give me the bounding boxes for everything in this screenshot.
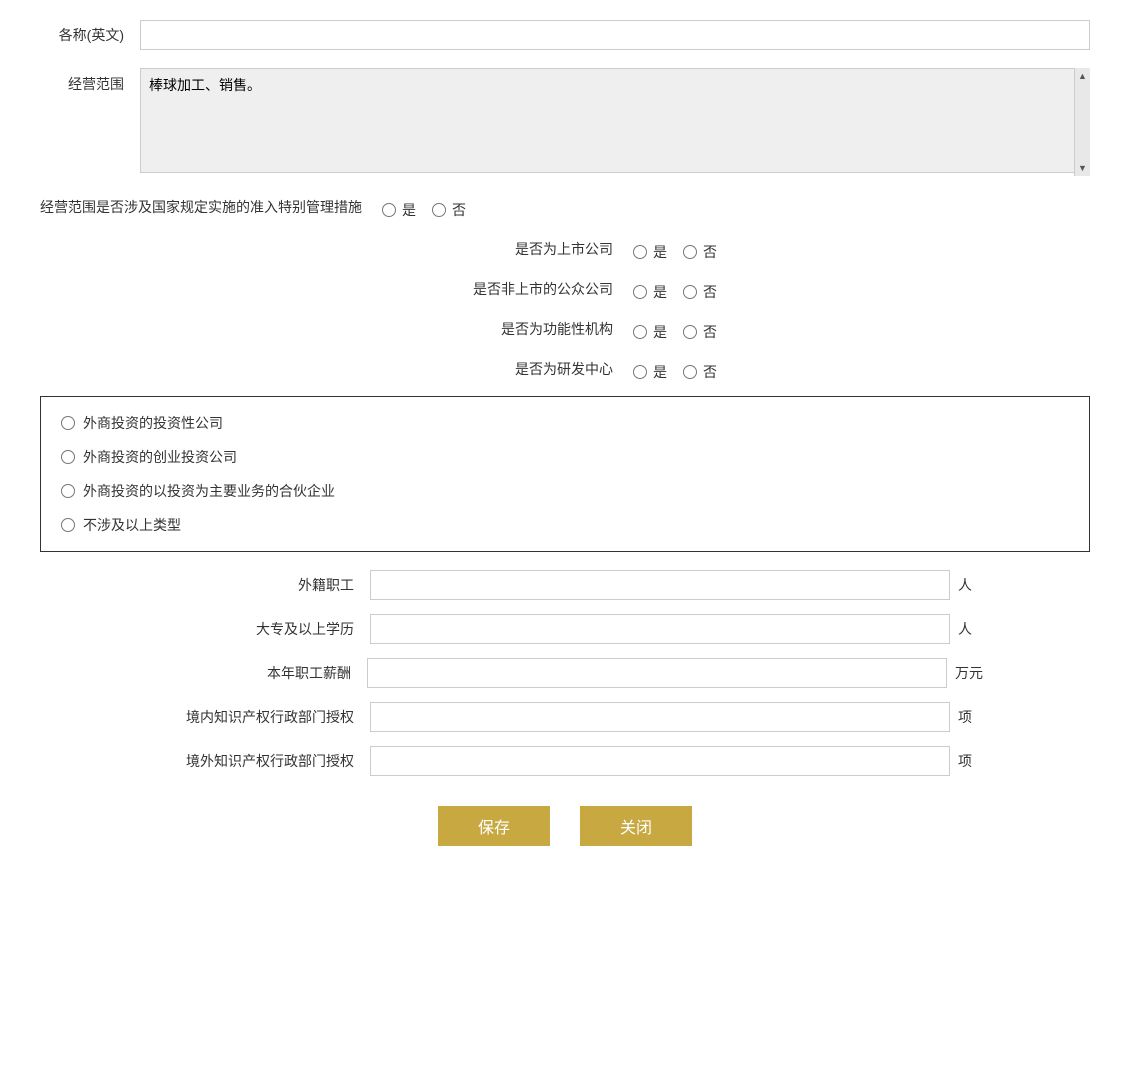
scrollbar-up-arrow[interactable]: ▲ xyxy=(1075,68,1090,84)
functional-institution-label: 是否为功能性机构 xyxy=(413,319,633,339)
box-option-1[interactable]: 外商投资的投资性公司 xyxy=(61,413,1069,433)
non-listed-public-row: 是否非上市的公众公司 是 否 xyxy=(40,276,1090,302)
scrollbar-down-arrow[interactable]: ▼ xyxy=(1075,160,1090,176)
non-listed-public-yes-option[interactable]: 是 xyxy=(633,282,667,302)
rd-center-row: 是否为研发中心 是 否 xyxy=(40,356,1090,382)
domestic-ip-row: 境内知识产权行政部门授权 项 xyxy=(40,702,1090,732)
non-listed-public-no-radio[interactable] xyxy=(683,285,697,299)
save-button[interactable]: 保存 xyxy=(438,806,550,846)
foreign-staff-input[interactable] xyxy=(370,570,950,600)
rd-center-no-radio[interactable] xyxy=(683,365,697,379)
functional-institution-yes-radio[interactable] xyxy=(633,325,647,339)
functional-institution-no-radio[interactable] xyxy=(683,325,697,339)
foreign-staff-label: 外籍职工 xyxy=(150,575,370,595)
rd-center-no-label: 否 xyxy=(703,362,717,382)
listed-company-no-option[interactable]: 否 xyxy=(683,242,717,262)
functional-institution-no-option[interactable]: 否 xyxy=(683,322,717,342)
listed-company-no-radio[interactable] xyxy=(683,245,697,259)
listed-company-yes-radio[interactable] xyxy=(633,245,647,259)
annual-salary-row: 本年职工薪酬 万元 xyxy=(40,658,1090,688)
functional-institution-no-label: 否 xyxy=(703,322,717,342)
listed-company-yes-option[interactable]: 是 xyxy=(633,242,667,262)
business-scope-textarea[interactable]: 棒球加工、销售。 xyxy=(140,68,1090,173)
college-edu-input[interactable] xyxy=(370,614,950,644)
listed-company-yes-label: 是 xyxy=(653,242,667,262)
domestic-ip-label: 境内知识产权行政部门授权 xyxy=(150,707,370,727)
business-scope-scrollbar: ▲ ▼ xyxy=(1074,68,1090,176)
annual-salary-input[interactable] xyxy=(367,658,947,688)
box-option-4-label: 不涉及以上类型 xyxy=(83,515,181,535)
rd-center-radio-group: 是 否 xyxy=(633,356,717,382)
box-option-3[interactable]: 外商投资的以投资为主要业务的合伙企业 xyxy=(61,481,1069,501)
rd-center-label: 是否为研发中心 xyxy=(413,359,633,379)
business-scope-textarea-wrapper: 棒球加工、销售。 ▲ ▼ xyxy=(140,68,1090,176)
domestic-ip-input[interactable] xyxy=(370,702,950,732)
rd-center-yes-label: 是 xyxy=(653,362,667,382)
rd-center-no-option[interactable]: 否 xyxy=(683,362,717,382)
rd-center-yes-option[interactable]: 是 xyxy=(633,362,667,382)
foreign-staff-row: 外籍职工 人 xyxy=(40,570,1090,600)
special-management-no-radio[interactable] xyxy=(432,203,446,217)
box-option-2[interactable]: 外商投资的创业投资公司 xyxy=(61,447,1069,467)
functional-institution-yes-label: 是 xyxy=(653,322,667,342)
special-management-radio-group: 是 否 xyxy=(382,194,466,220)
name-english-label: 各称(英文) xyxy=(40,25,140,45)
annual-salary-label: 本年职工薪酬 xyxy=(147,663,367,683)
domestic-ip-unit: 项 xyxy=(950,707,980,727)
non-listed-public-label: 是否非上市的公众公司 xyxy=(413,279,633,299)
close-button[interactable]: 关闭 xyxy=(580,806,692,846)
special-management-row: 经营范围是否涉及国家规定实施的准入特别管理措施 是 否 xyxy=(40,194,1090,220)
box-option-1-label: 外商投资的投资性公司 xyxy=(83,413,223,433)
button-area: 保存 关闭 xyxy=(40,806,1090,866)
listed-company-row: 是否为上市公司 是 否 xyxy=(40,236,1090,262)
college-edu-unit: 人 xyxy=(950,619,980,639)
special-management-yes-label: 是 xyxy=(402,200,416,220)
box-option-3-radio[interactable] xyxy=(61,484,75,498)
form-container: 各称(英文) 经营范围 棒球加工、销售。 ▲ ▼ 经营范围是否涉及国家规定实施的… xyxy=(40,20,1090,866)
box-option-2-radio[interactable] xyxy=(61,450,75,464)
listed-company-label: 是否为上市公司 xyxy=(413,239,633,259)
box-option-2-label: 外商投资的创业投资公司 xyxy=(83,447,237,467)
annual-salary-unit: 万元 xyxy=(947,663,983,683)
foreign-ip-row: 境外知识产权行政部门授权 项 xyxy=(40,746,1090,776)
special-management-no-option[interactable]: 否 xyxy=(432,200,466,220)
functional-institution-yes-option[interactable]: 是 xyxy=(633,322,667,342)
foreign-staff-unit: 人 xyxy=(950,575,980,595)
box-section: 外商投资的投资性公司 外商投资的创业投资公司 外商投资的以投资为主要业务的合伙企… xyxy=(40,396,1090,552)
foreign-ip-unit: 项 xyxy=(950,751,980,771)
listed-company-no-label: 否 xyxy=(703,242,717,262)
special-management-label: 经营范围是否涉及国家规定实施的准入特别管理措施 xyxy=(40,197,382,217)
non-listed-public-yes-radio[interactable] xyxy=(633,285,647,299)
business-scope-row: 经营范围 棒球加工、销售。 ▲ ▼ xyxy=(40,68,1090,176)
functional-institution-radio-group: 是 否 xyxy=(633,316,717,342)
box-option-4-radio[interactable] xyxy=(61,518,75,532)
college-edu-label: 大专及以上学历 xyxy=(150,619,370,639)
special-management-yes-radio[interactable] xyxy=(382,203,396,217)
listed-company-radio-group: 是 否 xyxy=(633,236,717,262)
inner-rows-area: 是否为上市公司 是 否 是否非上市的公众公司 是 xyxy=(40,236,1090,396)
box-option-3-label: 外商投资的以投资为主要业务的合伙企业 xyxy=(83,481,335,501)
functional-institution-row: 是否为功能性机构 是 否 xyxy=(40,316,1090,342)
non-listed-public-yes-label: 是 xyxy=(653,282,667,302)
college-edu-row: 大专及以上学历 人 xyxy=(40,614,1090,644)
box-option-4[interactable]: 不涉及以上类型 xyxy=(61,515,1069,535)
name-english-row: 各称(英文) xyxy=(40,20,1090,50)
special-management-yes-option[interactable]: 是 xyxy=(382,200,416,220)
non-listed-public-radio-group: 是 否 xyxy=(633,276,717,302)
foreign-ip-input[interactable] xyxy=(370,746,950,776)
non-listed-public-no-label: 否 xyxy=(703,282,717,302)
non-listed-public-no-option[interactable]: 否 xyxy=(683,282,717,302)
rd-center-yes-radio[interactable] xyxy=(633,365,647,379)
foreign-ip-label: 境外知识产权行政部门授权 xyxy=(150,751,370,771)
special-management-no-label: 否 xyxy=(452,200,466,220)
business-scope-label: 经营范围 xyxy=(40,68,140,94)
box-option-1-radio[interactable] xyxy=(61,416,75,430)
name-english-input[interactable] xyxy=(140,20,1090,50)
